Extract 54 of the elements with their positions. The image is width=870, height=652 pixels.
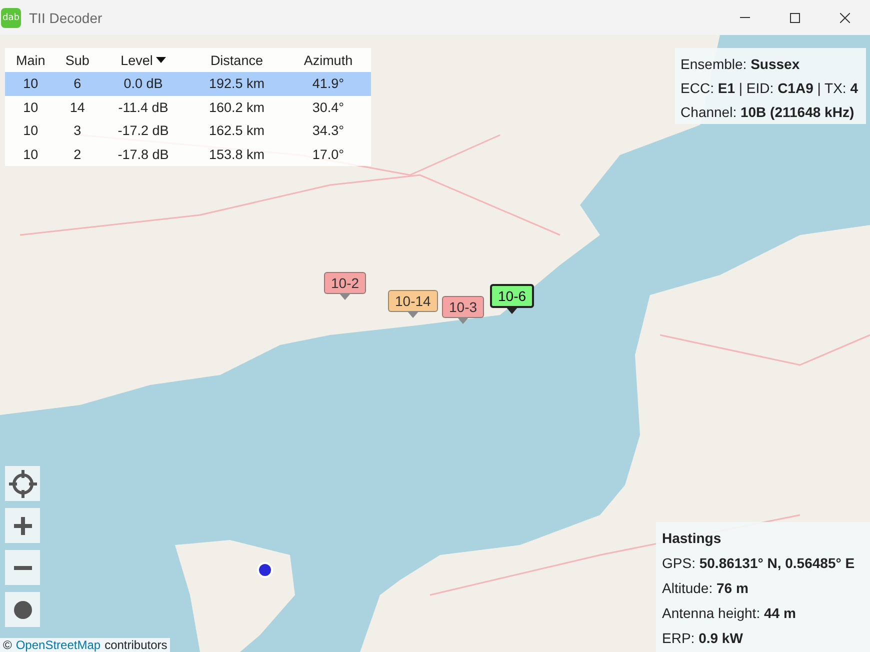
table-cell: 192.5 km: [188, 72, 286, 96]
table-cell: 162.5 km: [188, 119, 286, 142]
info-line: ERP: 0.9 kW: [662, 630, 744, 646]
table-cell: 3: [56, 119, 98, 142]
close-icon: [840, 12, 850, 22]
table-cell: 41.9°: [285, 72, 371, 96]
table-cell: 10: [5, 72, 56, 96]
table-cell: 17.0°: [285, 142, 371, 166]
dot-icon: [14, 600, 32, 618]
table-cell: 10: [5, 119, 56, 142]
pointer-icon: [339, 293, 352, 300]
window-title: TII Decoder: [29, 10, 104, 26]
table-cell: 34.3°: [285, 119, 371, 142]
pointer-icon: [457, 317, 470, 324]
table-cell: 30.4°: [285, 96, 371, 119]
pointer-icon: [406, 311, 419, 318]
transmitter-name: Hastings: [662, 530, 722, 546]
maximize-icon: [790, 12, 800, 22]
copyright-symbol: ©: [3, 638, 12, 652]
table-cell: 153.8 km: [188, 142, 286, 166]
crosshair-icon: [8, 470, 36, 498]
openstreetmap-link[interactable]: OpenStreetMap: [16, 638, 101, 652]
minimize-icon: [740, 17, 750, 18]
table-cell: 14: [56, 96, 98, 119]
column-header[interactable]: Distance: [188, 48, 286, 72]
attribution-text: contributors: [104, 638, 168, 652]
info-line: Channel: 10B (211648 kHz): [680, 104, 856, 120]
info-line: ECC: E1 | EID: C1A9 | TX: 4: [680, 80, 858, 96]
table-cell: 10: [5, 142, 56, 166]
minus-icon: [14, 566, 32, 570]
table-cell: 0.0 dB: [98, 72, 188, 96]
column-header[interactable]: Azimuth: [285, 48, 371, 72]
zoom-out-button[interactable]: [5, 550, 40, 585]
app-icon: dab: [1, 8, 21, 28]
sort-descending-icon: [156, 57, 166, 63]
info-line: Antenna height: 44 m: [662, 605, 797, 621]
table-cell: -17.2 dB: [98, 119, 188, 142]
zoom-in-button[interactable]: [5, 508, 40, 543]
record-button[interactable]: [5, 592, 40, 627]
table-cell: 2: [56, 142, 98, 166]
locate-button[interactable]: [5, 466, 40, 501]
pointer-icon: [506, 307, 518, 314]
table-cell: -17.8 dB: [98, 142, 188, 166]
table-cell: -11.4 dB: [98, 96, 188, 119]
info-line: Altitude: 76 m: [662, 580, 750, 596]
info-line: Ensemble: Sussex: [680, 56, 801, 72]
column-header[interactable]: Sub: [56, 48, 98, 72]
info-line: GPS: 50.86131° N, 0.56485° E: [662, 555, 856, 571]
table-cell: 160.2 km: [188, 96, 286, 119]
plus-icon: [14, 516, 32, 534]
column-header[interactable]: Level: [120, 52, 153, 68]
table-cell: 10: [5, 96, 56, 119]
column-header[interactable]: Main: [5, 48, 56, 72]
table-cell: 6: [56, 72, 98, 96]
